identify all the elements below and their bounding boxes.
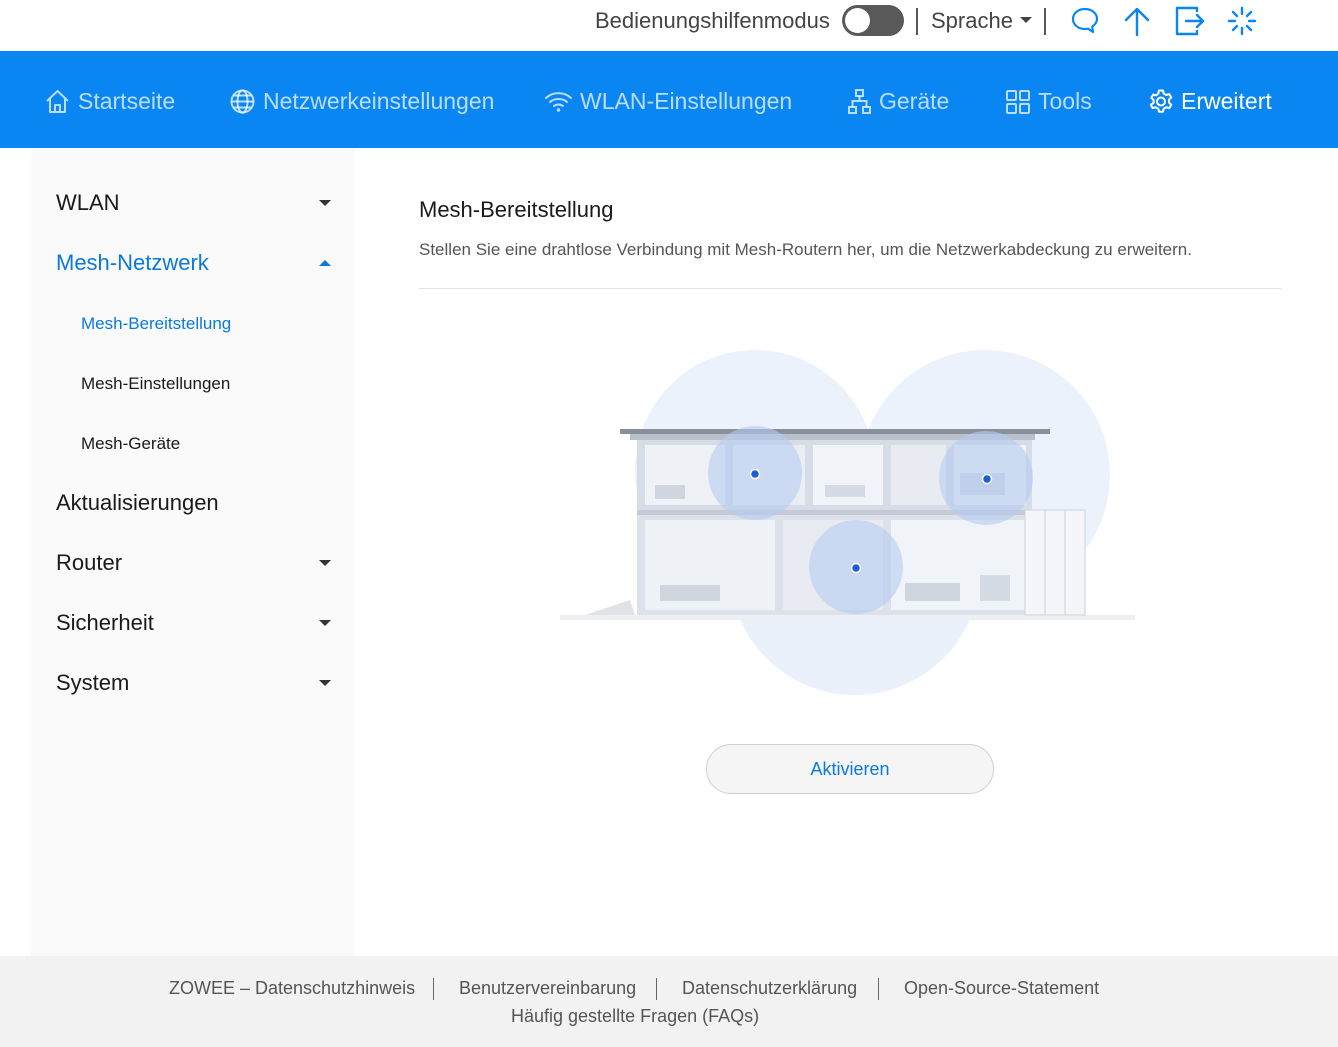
accessibility-mode-label: Bedienungshilfenmodus [595,8,830,33]
top-utility-bar: Bedienungshilfenmodus Sprache [0,0,1338,51]
nav-label: Startseite [78,87,176,114]
nav-item-tools[interactable]: Tools [1005,86,1092,116]
chevron-down-icon[interactable] [319,680,331,686]
activate-button[interactable]: Aktivieren [706,744,994,794]
wifi-icon [545,91,572,112]
nav-item-erweitert[interactable]: Erweitert [1148,86,1272,116]
main-navigation: Startseite Netzwerkeinstellungen WLAN-Ei… [0,51,1338,148]
language-selector[interactable]: Sprache [931,8,1013,34]
footer: ZOWEE – Datenschutzhinweis Benutzerverei… [0,956,1338,1047]
footer-link-open-source[interactable]: Open-Source-Statement [904,978,1099,999]
nav-item-geraete[interactable]: Geräte [847,86,949,116]
nav-item-startseite[interactable]: Startseite [44,86,175,116]
chevron-down-icon[interactable] [1020,17,1032,23]
sidebar-item-router[interactable]: Router [56,550,122,576]
divider [878,978,879,1000]
content-divider [419,288,1281,289]
chevron-down-icon[interactable] [319,560,331,566]
divider [916,8,918,35]
page-description: Stellen Sie eine drahtlose Verbindung mi… [419,240,1192,259]
sidebar-item-system[interactable]: System [56,670,129,696]
footer-link-privacy-notice[interactable]: ZOWEE – Datenschutzhinweis [169,978,415,999]
globe-icon [230,89,255,113]
sidebar-item-mesh-netzwerk[interactable]: Mesh-Netzwerk [56,250,209,276]
sidebar-item-sicherheit[interactable]: Sicherheit [56,610,154,636]
logout-icon[interactable] [1173,4,1207,38]
sidebar-item-wlan[interactable]: WLAN [56,190,120,216]
toggle-knob [845,8,870,33]
nav-label: Tools [1038,87,1092,114]
footer-link-user-agreement[interactable]: Benutzervereinbarung [459,978,636,999]
mesh-coverage-house-illustration [560,350,1135,695]
nav-item-netzwerkeinstellungen[interactable]: Netzwerkeinstellungen [229,86,494,116]
nav-label: WLAN-Einstellungen [580,87,793,114]
nav-item-wlan-einstellungen[interactable]: WLAN-Einstellungen [544,86,792,116]
upload-icon[interactable] [1120,4,1154,38]
sidebar-subitem-mesh-einstellungen[interactable]: Mesh-Einstellungen [81,374,230,394]
divider [433,978,434,1000]
page-title: Mesh-Bereitstellung [419,197,614,222]
home-icon [46,89,69,113]
divider [656,978,657,1000]
loading-icon[interactable] [1225,4,1259,38]
network-devices-icon [848,88,871,114]
accessibility-mode-toggle[interactable] [842,5,904,36]
nav-label: Netzwerkeinstellungen [263,87,495,114]
chevron-down-icon[interactable] [319,620,331,626]
chevron-down-icon[interactable] [319,200,331,206]
divider [1044,8,1046,35]
footer-link-faq[interactable]: Häufig gestellte Fragen (FAQs) [511,1006,759,1027]
chat-icon[interactable] [1068,4,1102,38]
sidebar-subitem-mesh-geraete[interactable]: Mesh-Geräte [81,434,180,454]
chevron-up-icon[interactable] [319,260,331,266]
tools-grid-icon [1006,89,1030,114]
sidebar-subitem-mesh-bereitstellung[interactable]: Mesh-Bereitstellung [81,314,231,334]
footer-link-privacy-policy[interactable]: Datenschutzerklärung [682,978,857,999]
sidebar-item-aktualisierungen[interactable]: Aktualisierungen [56,490,219,516]
gear-icon [1149,89,1173,113]
nav-label: Geräte [879,87,950,114]
sidebar: WLAN Mesh-Netzwerk Mesh-Bereitstellung M… [31,148,355,956]
nav-label: Erweitert [1181,87,1272,114]
